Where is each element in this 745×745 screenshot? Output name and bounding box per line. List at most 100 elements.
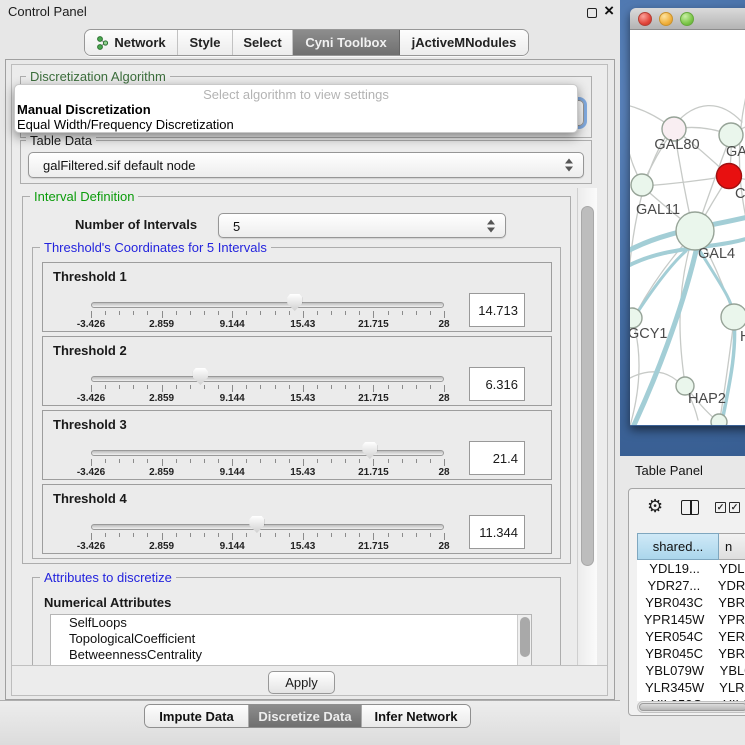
table-data-combobox[interactable]: galFiltered.sif default node [28,152,584,178]
slider-tick [388,311,389,315]
tab-style[interactable]: Style [178,30,233,55]
network-canvas[interactable]: GAL80GACGAL11GAL4GCY1HHAP2 [630,30,745,425]
network-node[interactable] [717,164,742,189]
table-horizontal-scrollbar[interactable] [637,701,745,713]
threshold-panel: Threshold 4-3.4262.8599.14415.4321.71528… [42,484,552,554]
float-window-icon[interactable] [587,8,597,18]
threshold-slider-track[interactable] [91,524,444,530]
slider-tick [345,311,346,315]
tab-infer-network[interactable]: Infer Network [362,705,470,727]
table-row[interactable]: YER054CYER0 [637,628,745,645]
bottom-strip: Impute Data Discretize Data Infer Networ… [0,700,620,745]
settings-scrollbar-thumb[interactable] [581,206,594,566]
threshold-slider-thumb[interactable] [193,368,208,385]
slider-tick [402,311,403,315]
checkbox-icon[interactable]: ✓ [715,502,726,513]
close-icon[interactable]: × [604,1,614,21]
cell-shared-name: YLR345W [637,679,712,696]
cell-name: YLR3 [712,679,745,696]
threshold-panel: Threshold 2-3.4262.8599.14415.4321.71528… [42,336,552,406]
threshold-panel: Threshold 3-3.4262.8599.14415.4321.71528… [42,410,552,480]
gear-icon[interactable]: ⚙ [647,496,663,517]
number-of-intervals-combobox[interactable]: 5 [218,213,506,238]
slider-tick [275,459,276,463]
algorithm-dropdown-popup: Select algorithm to view settings Manual… [14,84,578,133]
list-scrollbar[interactable] [517,615,531,665]
table-row[interactable]: YLR345WYLR3 [637,679,745,696]
threshold-slider-thumb[interactable] [287,294,302,311]
slider-tick [246,311,247,315]
tab-label: Impute Data [159,709,233,724]
threshold-slider-thumb[interactable] [362,442,377,459]
threshold-slider-track[interactable] [91,450,444,456]
threshold-value-field[interactable]: 6.316 [469,367,525,401]
slider-tick [232,533,233,540]
apply-divider [12,665,607,666]
slider-tick [331,311,332,315]
checkbox-icon[interactable]: ✓ [729,502,740,513]
slider-tick [162,385,163,392]
columns-icon[interactable] [681,500,699,515]
table-row[interactable]: YBR045CYBR0 [637,645,745,662]
thresholds-group-label: Threshold's Coordinates for 5 Intervals [40,240,271,255]
table-row[interactable]: YBL079WYBL0 [637,662,745,679]
slider-tick [204,311,205,315]
slider-tick [430,385,431,389]
zoom-traffic-light-icon[interactable] [680,12,694,26]
apply-button[interactable]: Apply [268,671,335,694]
slider-tick-label: 28 [438,467,449,478]
slider-tick [119,311,120,315]
network-node[interactable] [631,174,653,196]
attribute-list-item[interactable]: SelfLoops [51,615,531,631]
cell-name: YBR0 [711,645,745,662]
close-traffic-light-icon[interactable] [638,12,652,26]
tab-impute-data[interactable]: Impute Data [145,705,249,727]
network-node[interactable] [721,304,745,330]
combo-stepper-icon [487,219,496,232]
threshold-value-field[interactable]: 21.4 [469,441,525,475]
dropdown-option-equal-width-frequency[interactable]: Equal Width/Frequency Discretization [17,117,234,132]
slider-tick [119,533,120,537]
network-node[interactable] [676,212,714,250]
column-header-name[interactable]: n [719,533,745,560]
cell-shared-name: YBR045C [637,645,711,662]
slider-tick [275,311,276,315]
attribute-list-item[interactable]: TopologicalCoefficient [51,631,531,647]
slider-tick [260,533,261,537]
table-scrollbar-thumb[interactable] [639,703,745,711]
slider-tick [246,459,247,463]
table-row[interactable]: YPR145WYPR1 [637,611,745,628]
tab-discretize-data[interactable]: Discretize Data [249,705,362,727]
attributes-group-label: Attributes to discretize [40,570,176,585]
tab-cyni-toolbox[interactable]: Cyni Toolbox [293,30,400,55]
slider-tick [331,459,332,463]
table-row[interactable]: YBR043CYBR0 [637,594,745,611]
threshold-slider-track[interactable] [91,302,444,308]
network-node[interactable] [630,308,642,328]
tab-select[interactable]: Select [233,30,293,55]
slider-tick-label: -3.426 [77,467,105,478]
slider-tick [190,459,191,463]
table-row[interactable]: YDR27...YDR2 [637,577,745,594]
slider-tick [105,533,106,537]
network-node[interactable] [711,414,727,425]
dropdown-option-manual-discretization[interactable]: Manual Discretization [17,102,151,117]
minimize-traffic-light-icon[interactable] [659,12,673,26]
threshold-slider-track[interactable] [91,376,444,382]
threshold-value-field[interactable]: 11.344 [469,515,525,549]
slider-tick-label: 21.715 [358,467,389,478]
slider-tick [232,385,233,392]
slider-tick-label: 15.43 [290,467,315,478]
threshold-value-field[interactable]: 14.713 [469,293,525,327]
table-row[interactable]: YDL19...YDL1 [637,560,745,577]
tab-label: Style [189,35,220,50]
tab-network[interactable]: Network [85,30,178,55]
list-scrollbar-thumb[interactable] [520,617,530,657]
attribute-list-item[interactable]: BetweennessCentrality [51,647,531,663]
panel-title: Control Panel [8,4,87,19]
slider-tick [119,385,120,389]
settings-vertical-scrollbar[interactable] [577,188,597,666]
threshold-slider-thumb[interactable] [249,516,264,533]
tab-jactivemnodules[interactable]: jActiveMNodules [400,30,528,55]
column-header-shared-name[interactable]: shared... [637,533,719,560]
